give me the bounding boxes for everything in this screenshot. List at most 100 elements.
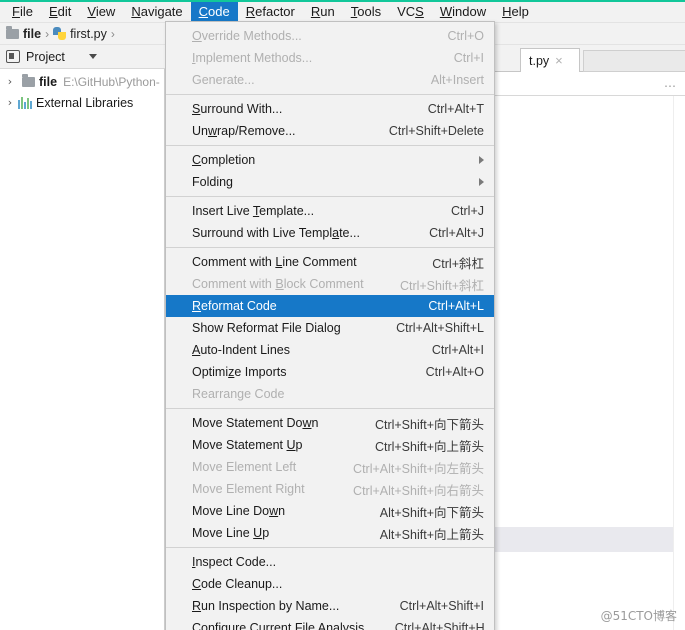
- menu-item-label: Configure Current File Analysis...: [192, 621, 375, 630]
- main-menu-bar: File Edit View Navigate Code Refactor Run Tools…: [0, 1, 685, 23]
- menubar-item-vcs[interactable]: VCS: [389, 2, 432, 23]
- breadcrumb-item-file[interactable]: first.py: [53, 27, 107, 41]
- editor-tab-firstpy[interactable]: t.py ×: [520, 48, 580, 72]
- python-file-icon: [53, 27, 67, 40]
- close-icon[interactable]: ×: [555, 54, 563, 67]
- menu-item-unwrap-remove[interactable]: Unwrap/Remove... Ctrl+Shift+Delete: [166, 120, 494, 142]
- menu-item-shortcut: Ctrl+Shift+斜杠: [399, 278, 484, 293]
- folder-icon: [6, 25, 19, 39]
- menu-item-shortcut: Ctrl+Alt+Shift+向右箭头: [353, 483, 484, 498]
- menu-item-override-methods: Override Methods... Ctrl+O: [166, 25, 494, 47]
- menu-item-label: Move Statement Down: [192, 416, 319, 430]
- menu-separator: [166, 145, 494, 146]
- menubar-item-help[interactable]: Help: [494, 2, 537, 23]
- menu-item-label: Reformat Code: [192, 299, 277, 313]
- menu-item-label: Surround with Live Template...: [192, 226, 360, 240]
- menu-item-inspect-code[interactable]: Inspect Code...: [166, 551, 494, 573]
- menu-item-label: Insert Live Template...: [192, 204, 315, 218]
- menu-item-shortcut: Ctrl+Alt+Shift+I: [399, 599, 484, 613]
- menubar-item-tools[interactable]: Tools: [343, 2, 389, 23]
- menubar-item-code[interactable]: Code: [190, 1, 238, 23]
- menubar-item-label: Tools: [350, 3, 382, 19]
- menu-separator: [166, 547, 494, 548]
- watermark: @51CTO博客: [600, 609, 677, 623]
- menubar-item-navigate[interactable]: Navigate: [123, 2, 190, 23]
- chevron-right-icon[interactable]: ›: [4, 75, 16, 88]
- editor-tab-placeholder: [583, 50, 685, 72]
- menu-item-surround-with[interactable]: Surround With... Ctrl+Alt+T: [166, 98, 494, 120]
- menu-item-completion[interactable]: Completion: [166, 149, 494, 171]
- tree-row-path: E:\GitHub\Python-: [63, 74, 160, 89]
- menubar-item-window[interactable]: Window: [432, 2, 494, 23]
- menu-item-shortcut: Ctrl+Shift+Delete: [388, 124, 484, 138]
- breadcrumb-item-folder[interactable]: file: [6, 25, 42, 41]
- menu-item-move-element-left: Move Element Left Ctrl+Alt+Shift+向左箭头: [166, 456, 494, 478]
- menu-item-shortcut: Ctrl+Alt+Shift+H: [394, 621, 485, 630]
- pycharm-window: File Edit View Navigate Code Refactor Run Tools…: [0, 0, 685, 630]
- chevron-right-icon[interactable]: ›: [4, 96, 16, 109]
- menubar-item-view[interactable]: View: [79, 2, 123, 23]
- menubar-item-label: Window: [439, 3, 487, 19]
- menu-item-comment-with-line-comment[interactable]: Comment with Line Comment Ctrl+斜杠: [166, 251, 494, 273]
- menubar-item-file[interactable]: File: [4, 2, 41, 23]
- menu-item-comment-with-block-comment: Comment with Block Comment Ctrl+Shift+斜杠: [166, 273, 494, 295]
- menu-item-shortcut: Alt+Shift+向下箭头: [379, 505, 484, 520]
- menu-item-label: Inspect Code...: [192, 555, 277, 569]
- project-tree: › file E:\GitHub\Python- › External Librarie…: [0, 69, 165, 630]
- menu-separator: [166, 408, 494, 409]
- menu-item-shortcut: Ctrl+Alt+L: [428, 299, 484, 313]
- menu-item-label: Unwrap/Remove...: [192, 124, 296, 138]
- menu-item-shortcut: Ctrl+斜杠: [432, 256, 484, 271]
- menu-item-move-statement-up[interactable]: Move Statement Up Ctrl+Shift+向上箭头: [166, 434, 494, 456]
- menubar-item-edit[interactable]: Edit: [41, 2, 79, 23]
- submenu-arrow-icon: [479, 156, 484, 164]
- menu-item-label: Code Cleanup...: [192, 577, 283, 591]
- menu-item-move-statement-down[interactable]: Move Statement Down Ctrl+Shift+向下箭头: [166, 412, 494, 434]
- menu-item-move-line-down[interactable]: Move Line Down Alt+Shift+向下箭头: [166, 500, 494, 522]
- project-panel-title: Project: [26, 49, 65, 64]
- menu-item-label: Rearrange Code: [192, 387, 285, 401]
- tree-row[interactable]: › External Libraries: [0, 92, 164, 113]
- menu-item-shortcut: Alt+Insert: [430, 73, 484, 87]
- project-tool-window-header[interactable]: Project: [0, 45, 165, 69]
- menu-item-label: Move Element Left: [192, 460, 297, 474]
- tree-row[interactable]: › file E:\GitHub\Python-: [0, 71, 164, 92]
- menu-item-label: Show Reformat File Dialog: [192, 321, 341, 335]
- menubar-item-label: Refactor: [245, 3, 295, 19]
- menubar-item-run[interactable]: Run: [303, 2, 343, 23]
- menu-item-generate: Generate... Alt+Insert: [166, 69, 494, 91]
- menubar-item-label: Help: [502, 3, 529, 19]
- menu-item-folding[interactable]: Folding: [166, 171, 494, 193]
- breadcrumb-separator-2: ›: [110, 26, 115, 41]
- menu-item-insert-live-template[interactable]: Insert Live Template... Ctrl+J: [166, 200, 494, 222]
- menu-item-label: Optimize Imports: [192, 365, 287, 379]
- menu-item-shortcut: Ctrl+J: [451, 204, 484, 218]
- menu-item-shortcut: Ctrl+Shift+向上箭头: [374, 439, 484, 454]
- menu-separator: [166, 247, 494, 248]
- menu-item-implement-methods: Implement Methods... Ctrl+I: [166, 47, 494, 69]
- menu-item-run-inspection-by-name[interactable]: Run Inspection by Name... Ctrl+Alt+Shift+…: [166, 595, 494, 617]
- menubar-item-label: VCS: [397, 3, 424, 19]
- menu-item-shortcut: Ctrl+Alt+Shift+向左箭头: [353, 461, 484, 476]
- menu-item-code-cleanup[interactable]: Code Cleanup...: [166, 573, 494, 595]
- menu-item-optimize-imports[interactable]: Optimize Imports Ctrl+Alt+O: [166, 361, 494, 383]
- menu-item-auto-indent-lines[interactable]: Auto-Indent Lines Ctrl+Alt+I: [166, 339, 494, 361]
- menu-item-shortcut: Alt+Shift+向上箭头: [379, 527, 484, 542]
- menu-item-configure-current-file-analysis[interactable]: Configure Current File Analysis... Ctrl+A…: [166, 617, 494, 630]
- menu-item-shortcut: Ctrl+Alt+Shift+L: [396, 321, 484, 335]
- project-tool-window-icon: [6, 50, 20, 63]
- breadcrumb-separator-1: ›: [45, 26, 50, 41]
- breadcrumb-folder-label: file: [23, 26, 42, 41]
- menubar-item-refactor[interactable]: Refactor: [238, 2, 303, 23]
- editor-breadcrumb-dots: ⋯: [664, 79, 677, 93]
- menu-item-move-element-right: Move Element Right Ctrl+Alt+Shift+向右箭头: [166, 478, 494, 500]
- editor-tab-label: t.py: [529, 53, 550, 68]
- menu-item-label: Move Line Down: [192, 504, 286, 518]
- menu-item-surround-with-live-template[interactable]: Surround with Live Template... Ctrl+Alt+J: [166, 222, 494, 244]
- menu-item-show-reformat-file-dialog[interactable]: Show Reformat File Dialog Ctrl+Alt+Shift+…: [166, 317, 494, 339]
- menu-item-move-line-up[interactable]: Move Line Up Alt+Shift+向上箭头: [166, 522, 494, 544]
- menu-item-reformat-code[interactable]: Reformat Code Ctrl+Alt+L: [166, 295, 494, 317]
- chevron-down-icon[interactable]: [88, 54, 97, 59]
- editor-right-margin: [673, 96, 685, 630]
- menu-item-shortcut: Ctrl+Alt+I: [431, 343, 484, 357]
